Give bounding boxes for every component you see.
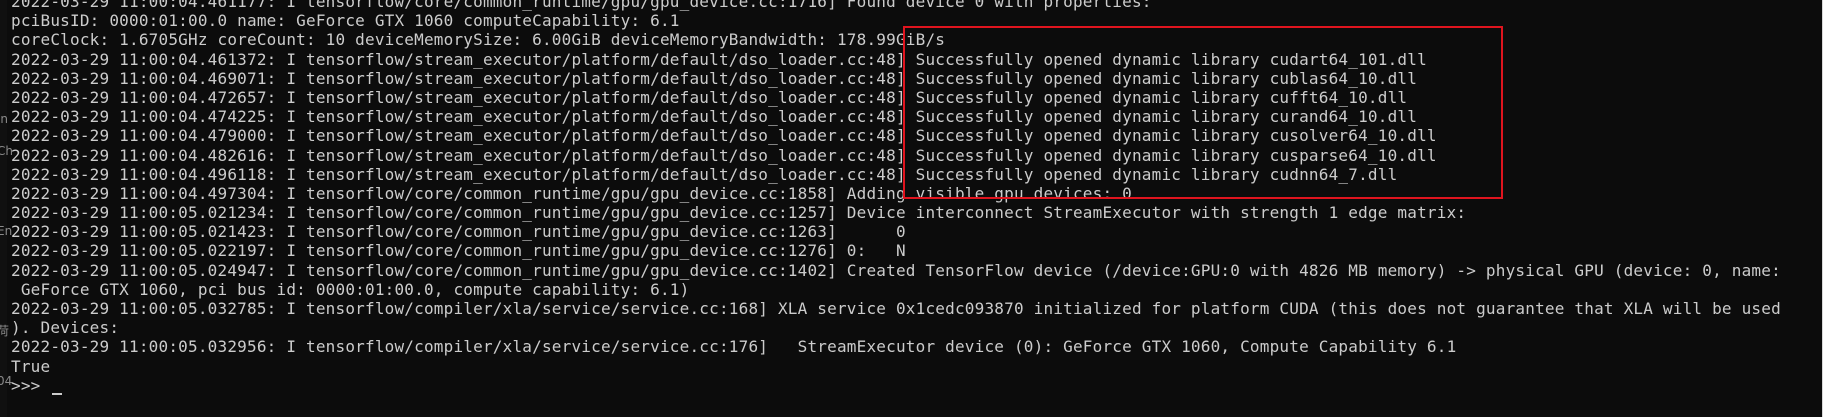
edge-text: Ch xyxy=(0,144,13,158)
terminal-line: 2022-03-29 11:00:05.021423: I tensorflow… xyxy=(11,222,906,242)
terminal-line: 2022-03-29 11:00:05.021234: I tensorflow… xyxy=(11,203,1467,223)
terminal-line: 2022-03-29 11:00:04.461372: I tensorflow… xyxy=(11,49,1427,69)
terminal-output: 2022-03-29 11:00:04.461177: I tensorflow… xyxy=(11,0,1781,395)
terminal-line: coreClock: 1.6705GHz coreCount: 10 devic… xyxy=(11,30,946,50)
terminal-line: 2022-03-29 11:00:04.472657: I tensorflow… xyxy=(11,87,1408,107)
terminal-line: 2022-03-29 11:00:04.482616: I tensorflow… xyxy=(11,145,1437,165)
terminal-line: pciBusID: 0000:01:00.0 name: GeForce GTX… xyxy=(11,11,680,31)
edge-text: 荷 xyxy=(0,324,10,338)
background-window-edge: in Ch En 荷 04 xyxy=(0,0,13,417)
terminal-line: 2022-03-29 11:00:05.032956: I tensorflow… xyxy=(11,337,1457,357)
terminal-window[interactable]: 2022-03-29 11:00:04.461177: I tensorflow… xyxy=(0,0,1822,417)
terminal-prompt: >>> xyxy=(11,375,51,395)
window-border-right xyxy=(1822,0,1835,417)
terminal-line: 2022-03-29 11:00:05.032785: I tensorflow… xyxy=(11,299,1781,318)
edge-text: En xyxy=(0,224,13,238)
screenshot: 2022-03-29 11:00:04.461177: I tensorflow… xyxy=(0,0,1835,417)
terminal-line: ). Devices: xyxy=(11,318,120,338)
terminal-line: True xyxy=(11,356,51,376)
terminal-line: 2022-03-29 11:00:05.022197: I tensorflow… xyxy=(11,241,906,261)
terminal-prompt-line[interactable]: >>> xyxy=(11,376,1781,395)
terminal-line: 2022-03-29 11:00:04.474225: I tensorflow… xyxy=(11,107,1418,127)
terminal-line: 2022-03-29 11:00:04.469071: I tensorflow… xyxy=(11,68,1418,88)
text-cursor xyxy=(52,392,63,395)
terminal-line: 2022-03-29 11:00:04.496118: I tensorflow… xyxy=(11,164,1398,184)
edge-text: in xyxy=(0,112,8,126)
terminal-line: 2022-03-29 11:00:04.497304: I tensorflow… xyxy=(11,183,1132,203)
edge-text: 04 xyxy=(0,374,13,388)
terminal-line: GeForce GTX 1060, pci bus id: 0000:01:00… xyxy=(11,279,690,299)
terminal-line: 2022-03-29 11:00:04.479000: I tensorflow… xyxy=(11,126,1437,146)
terminal-line: 2022-03-29 11:00:04.461177: I tensorflow… xyxy=(11,0,1152,11)
terminal-line: 2022-03-29 11:00:05.024947: I tensorflow… xyxy=(11,260,1781,280)
